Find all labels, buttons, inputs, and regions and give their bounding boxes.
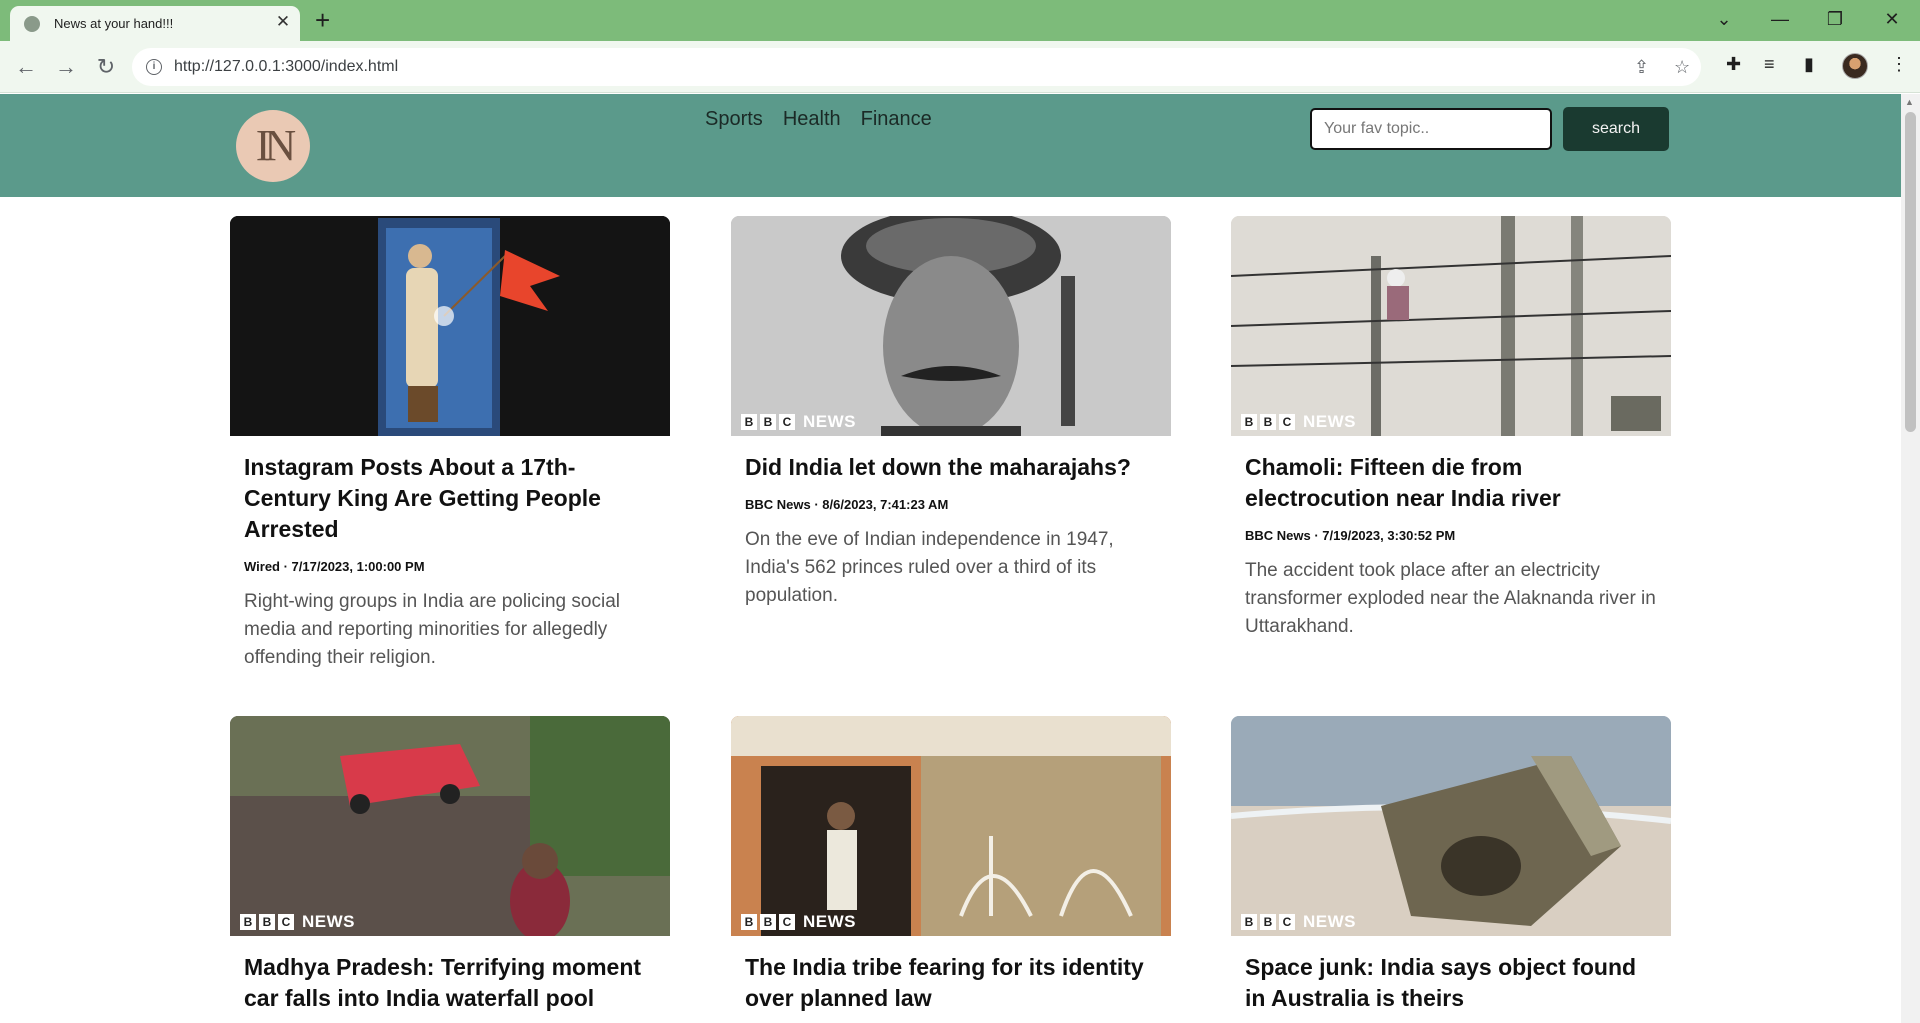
side-panel-icon[interactable]: ▮ [1804, 54, 1814, 75]
page-scrollbar[interactable]: ▲ [1901, 94, 1920, 1023]
search-input[interactable] [1310, 108, 1552, 150]
article-image[interactable]: B B C NEWS [731, 216, 1171, 436]
window-close-icon[interactable]: ✕ [1872, 2, 1912, 36]
extensions-icon[interactable]: ✚ [1726, 54, 1741, 75]
news-card[interactable]: B B C NEWS The India tribe fearing for i… [731, 716, 1171, 1014]
bookmark-star-icon[interactable]: ☆ [1674, 57, 1690, 78]
nav-sports[interactable]: Sports [705, 108, 763, 131]
profile-avatar[interactable] [1842, 53, 1868, 79]
browser-tab-strip: News at your hand!!! ✕ + ⌄ — ❐ ✕ [0, 0, 1920, 41]
scroll-up-icon[interactable]: ▲ [1905, 97, 1914, 107]
article-title[interactable]: Space junk: India says object found in A… [1245, 952, 1657, 1014]
news-card[interactable]: B B C NEWS Space junk: India says object… [1231, 716, 1671, 1014]
maharaja-portrait-illustration [731, 216, 1171, 436]
tab-search-icon[interactable]: ⌄ [1704, 2, 1744, 36]
bbc-news-watermark: B B C NEWS [1241, 912, 1356, 932]
site-logo[interactable]: IN [236, 110, 310, 182]
minimize-icon[interactable]: — [1760, 2, 1800, 36]
site-info-icon[interactable]: i [146, 59, 162, 75]
reload-icon[interactable]: ↻ [92, 53, 120, 81]
article-image[interactable]: B B C NEWS [1231, 216, 1671, 436]
article-meta: BBC News · 8/6/2023, 7:41:23 AM [745, 497, 949, 512]
site-header: IN Sports Health Finance search [0, 94, 1901, 197]
article-meta: Wired · 7/17/2023, 1:00:00 PM [244, 559, 425, 574]
restore-icon[interactable]: ❐ [1815, 2, 1855, 36]
url-text: http://127.0.0.1:3000/index.html [174, 58, 399, 75]
nav-health[interactable]: Health [783, 108, 841, 131]
card-body: Chamoli: Fifteen die from electrocution … [1231, 436, 1671, 641]
globe-icon [24, 16, 40, 32]
tribe-village-illustration [731, 716, 1171, 936]
article-image[interactable]: B B C NEWS [1231, 716, 1671, 936]
article-description: Right-wing groups in India are policing … [244, 591, 620, 668]
article-image[interactable]: B B C NEWS [230, 716, 670, 936]
power-lines-illustration [1231, 216, 1671, 436]
article-meta: BBC News · 7/19/2023, 3:30:52 PM [1245, 528, 1456, 543]
search-button[interactable]: search [1563, 107, 1669, 151]
card-body: Madhya Pradesh: Terrifying moment car fa… [230, 936, 670, 1014]
address-bar[interactable]: i http://127.0.0.1:3000/index.html ⇪ ☆ [132, 48, 1701, 86]
card-body: Did India let down the maharajahs? BBC N… [731, 436, 1171, 610]
article-image[interactable] [230, 216, 670, 436]
article-description: The accident took place after an electri… [1245, 560, 1656, 637]
card-body: Instagram Posts About a 17th-Century Kin… [230, 436, 670, 672]
article-description: On the eve of Indian independence in 194… [745, 529, 1114, 606]
card-body: Space junk: India says object found in A… [1231, 936, 1671, 1014]
tab-close-icon[interactable]: ✕ [272, 11, 294, 33]
nav-finance[interactable]: Finance [861, 108, 932, 131]
article-title[interactable]: Chamoli: Fifteen die from electrocution … [1245, 452, 1657, 514]
news-card[interactable]: B B C NEWS Chamoli: Fifteen die from ele… [1231, 216, 1671, 641]
article-title[interactable]: Instagram Posts About a 17th-Century Kin… [244, 452, 656, 545]
article-title[interactable]: Madhya Pradesh: Terrifying moment car fa… [244, 952, 656, 1014]
browser-toolbar: ← → ↻ i http://127.0.0.1:3000/index.html… [0, 41, 1920, 93]
share-icon[interactable]: ⇪ [1634, 57, 1649, 78]
tab-title: News at your hand!!! [54, 16, 174, 31]
browser-tab[interactable]: News at your hand!!! ✕ [10, 6, 300, 41]
menu-kebab-icon[interactable]: ⋮ [1890, 54, 1908, 75]
media-control-icon[interactable]: ≡ [1764, 54, 1775, 75]
car-waterfall-illustration [230, 716, 670, 936]
news-card[interactable]: B B C NEWS Did India let down the mahara… [731, 216, 1171, 610]
bbc-news-watermark: B B C NEWS [240, 912, 355, 932]
scroll-thumb[interactable] [1905, 112, 1916, 432]
news-card[interactable]: Instagram Posts About a 17th-Century Kin… [230, 216, 670, 672]
category-nav: Sports Health Finance [705, 108, 932, 131]
card-body: The India tribe fearing for its identity… [731, 936, 1171, 1014]
article-title[interactable]: Did India let down the maharajahs? [745, 452, 1157, 483]
article-title[interactable]: The India tribe fearing for its identity… [745, 952, 1157, 1014]
forward-icon[interactable]: → [52, 53, 80, 81]
bbc-news-watermark: B B C NEWS [1241, 412, 1356, 432]
bbc-news-watermark: B B C NEWS [741, 912, 856, 932]
news-card[interactable]: B B C NEWS Madhya Pradesh: Terrifying mo… [230, 716, 670, 1014]
space-junk-beach-illustration [1231, 716, 1671, 936]
instagram-story-illustration [230, 216, 670, 436]
back-icon[interactable]: ← [12, 53, 40, 81]
logo-monogram: IN [255, 121, 296, 170]
bbc-news-watermark: B B C NEWS [741, 412, 856, 432]
new-tab-button[interactable]: + [315, 6, 330, 34]
article-image[interactable]: B B C NEWS [731, 716, 1171, 936]
